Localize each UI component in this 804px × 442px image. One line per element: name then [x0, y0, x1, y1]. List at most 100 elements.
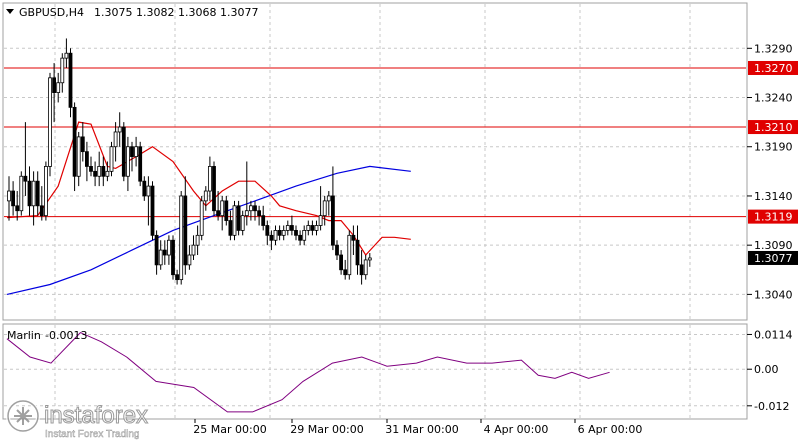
candle-body-down — [277, 230, 282, 236]
candle-body-down — [138, 146, 143, 182]
candle-body-down — [269, 234, 274, 241]
candle-body-down — [80, 136, 85, 153]
candle-body-up — [199, 200, 204, 236]
price-tick-label: 1.3190 — [754, 141, 793, 154]
candle-body-down — [289, 225, 294, 231]
candle-body-up — [306, 225, 311, 231]
indicator-tick-label: 0.0114 — [754, 328, 793, 341]
price-tick-label: 1.3090 — [754, 239, 793, 252]
candle-body-down — [52, 77, 56, 93]
candle-body-up — [322, 200, 327, 217]
candle-body-up — [158, 249, 163, 266]
candle-body-up — [56, 82, 61, 93]
candle-body-down — [39, 205, 44, 217]
time-tick-label: 25 Mar 00:00 — [193, 423, 266, 436]
price-tick-label: 1.3140 — [754, 190, 793, 203]
candle — [138, 141, 143, 187]
candle-body-down — [294, 230, 298, 236]
candle — [150, 181, 155, 241]
candle-body-down — [212, 166, 216, 212]
candle-body-up — [166, 239, 171, 256]
candle-body-down — [343, 269, 348, 276]
main-plot-frame — [2, 2, 748, 321]
candle — [44, 161, 48, 221]
candle-body-down — [101, 166, 106, 177]
candle-body-up — [76, 136, 81, 177]
candle-body-down — [183, 195, 188, 266]
candle — [236, 200, 241, 236]
candle-body-up — [113, 131, 118, 148]
candle-body-up — [48, 77, 52, 167]
candle-body-up — [105, 170, 110, 177]
candle-body-up — [191, 244, 196, 256]
candle-body-down — [261, 215, 266, 226]
candle — [232, 200, 237, 241]
candle-body-down — [355, 239, 360, 266]
candle — [171, 235, 175, 280]
candle-body-up — [203, 190, 208, 202]
candle-body-down — [228, 220, 233, 236]
time-tick-label: 6 Apr 00:00 — [578, 423, 643, 436]
time-tick-label: 31 Mar 00:00 — [385, 423, 458, 436]
time-tick-label: 4 Apr 00:00 — [484, 423, 549, 436]
candle-body-up — [146, 185, 151, 197]
candle-body-down — [72, 106, 77, 177]
candle-body-up — [244, 210, 249, 217]
current-price-label: 1.3077 — [754, 252, 793, 265]
time-tick-label: 29 Mar 00:00 — [290, 423, 363, 436]
candle — [121, 122, 126, 182]
candle-body-up — [134, 146, 139, 157]
candle — [109, 141, 114, 177]
candle-body-up — [7, 190, 11, 202]
candle-body-up — [195, 234, 200, 246]
candle-body-up — [187, 254, 192, 266]
level-label: 1.3210 — [754, 121, 793, 134]
candle-body-up — [314, 225, 319, 231]
price-tick-label: 1.3040 — [754, 288, 793, 301]
candle-body-up — [179, 195, 184, 281]
candle-body-down — [265, 225, 270, 236]
candle — [212, 161, 216, 216]
candle-body-down — [93, 170, 97, 177]
indicator-name: Marlin — [7, 329, 41, 342]
level-label: 1.3119 — [754, 211, 793, 224]
ohlc-readout: 1.3075 1.3082 1.3068 1.3077 — [94, 6, 258, 19]
candle-body-down — [330, 195, 335, 246]
candle-body-down — [154, 234, 159, 266]
candle-body-down — [257, 210, 262, 217]
candle-body-down — [85, 151, 89, 167]
candle-body-down — [335, 244, 339, 256]
candle-body-down — [339, 254, 344, 271]
gbpusd-chart[interactable]: 1.3270 1.3210 1.3119 1.3077 1.3290 1.3240 1.3… — [0, 0, 804, 442]
candle-body-down — [253, 205, 257, 212]
candle-body-down — [35, 180, 40, 207]
candle-body-down — [162, 249, 167, 256]
candle-body-up — [117, 126, 122, 133]
candle-body-up — [232, 205, 237, 236]
candle-body-down — [310, 225, 315, 231]
indicator-tick-label: 0.00 — [754, 363, 779, 376]
candle-body-up — [248, 205, 253, 212]
candle-body-up — [240, 215, 245, 231]
candle-body-up — [64, 52, 69, 59]
indicator-axis: 0.0114 0.00 -0.012 — [747, 328, 793, 413]
candle — [19, 171, 24, 216]
candle — [347, 230, 352, 280]
watermark-tagline: Instant Forex Trading — [45, 429, 140, 440]
candle — [48, 72, 52, 177]
candle-body-up — [318, 215, 323, 226]
candle-body-up — [326, 195, 331, 202]
candle — [179, 191, 184, 285]
candle — [68, 48, 73, 118]
candle-body-down — [224, 200, 229, 221]
candle-body-up — [367, 257, 372, 261]
candle-body-up — [347, 234, 352, 276]
candle-body-down — [130, 146, 134, 157]
candle-body-up — [126, 146, 130, 177]
price-tick-label: 1.3240 — [754, 92, 793, 105]
candle-body-up — [109, 146, 114, 172]
time-axis: 25 Mar 00:00 29 Mar 00:00 31 Mar 00:00 4 Ap… — [193, 419, 642, 436]
candle-body-up — [285, 225, 290, 231]
candle-body-down — [11, 190, 16, 207]
candle-body-down — [216, 210, 221, 217]
